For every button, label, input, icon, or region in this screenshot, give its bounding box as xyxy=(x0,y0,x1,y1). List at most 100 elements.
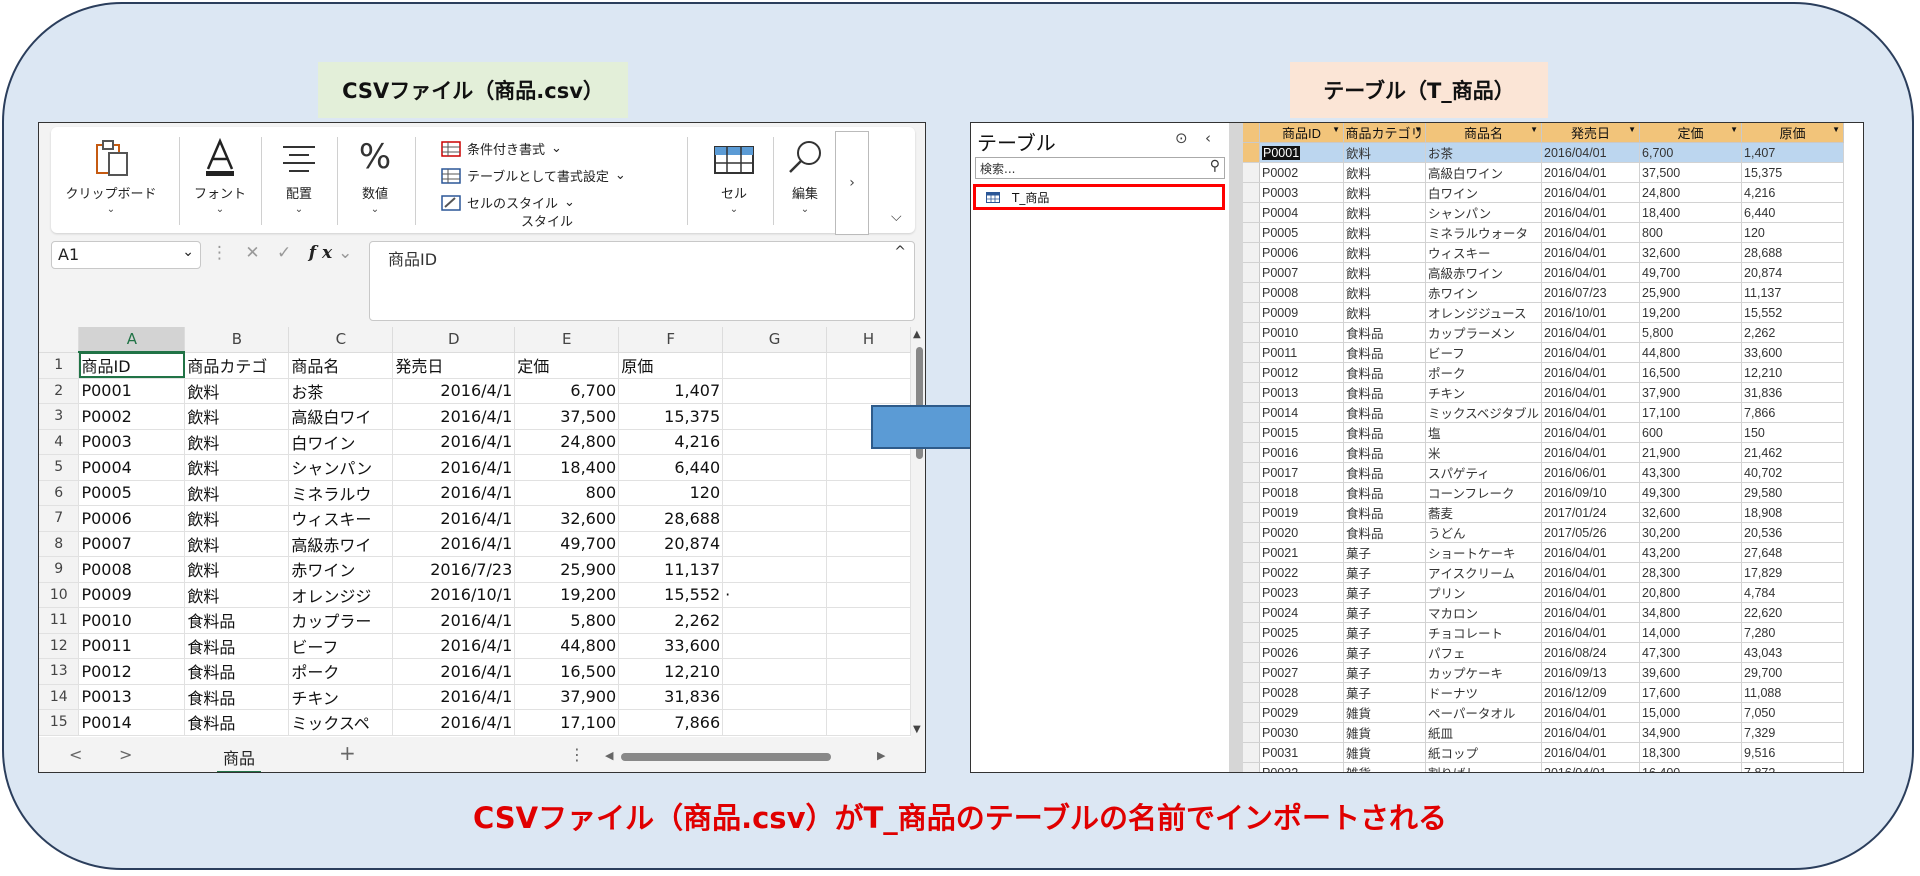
nav-item-t-products[interactable]: T_商品 xyxy=(973,184,1225,210)
field-header[interactable]: 原価 ▼ xyxy=(1741,123,1845,143)
field-cell[interactable]: 120 xyxy=(1741,222,1845,243)
field-cell[interactable]: 21,462 xyxy=(1741,442,1845,463)
field-cell[interactable]: P0021 xyxy=(1259,542,1344,563)
field-cell[interactable]: 1,407 xyxy=(1741,142,1845,163)
field-cell[interactable]: オレンジジュース xyxy=(1425,302,1543,323)
row-header[interactable]: 10 xyxy=(39,582,80,608)
record-selector[interactable] xyxy=(1243,702,1260,723)
field-cell[interactable]: 11,137 xyxy=(1741,282,1845,303)
record-row[interactable]: P0023 菓子 プリン 2016/04/01 20,800 4,784 xyxy=(1243,582,1845,603)
field-cell[interactable]: 49,700 xyxy=(1639,262,1743,283)
cell[interactable]: シャンパン xyxy=(288,454,394,481)
record-row[interactable]: P0022 菓子 アイスクリーム 2016/04/01 28,300 17,829 xyxy=(1243,562,1845,583)
field-cell[interactable]: 2016/04/01 xyxy=(1541,142,1641,163)
cell[interactable]: 飲料 xyxy=(184,429,290,455)
select-all-corner[interactable] xyxy=(39,327,80,353)
record-selector[interactable] xyxy=(1243,402,1260,423)
column-header[interactable]: E xyxy=(514,327,620,353)
record-row[interactable]: P0003 飲料 白ワイン 2016/04/01 24,800 4,216 xyxy=(1243,182,1845,203)
cell[interactable]: P0003 xyxy=(78,429,186,455)
sheet-tab-products[interactable]: 商品 xyxy=(217,745,262,772)
record-row[interactable]: P0030 雑貨 紙皿 2016/04/01 34,900 7,329 xyxy=(1243,722,1845,743)
record-row[interactable]: P0001 飲料 お茶 2016/04/01 6,700 1,407 xyxy=(1243,142,1845,163)
cell[interactable]: P0006 xyxy=(78,505,186,532)
sort-filter-icon[interactable]: ▼ xyxy=(1832,125,1840,134)
record-row[interactable]: P0009 飲料 オレンジジュース 2016/10/01 19,200 15,552 xyxy=(1243,302,1845,323)
record-selector[interactable] xyxy=(1243,482,1260,503)
cell[interactable]: 飲料 xyxy=(184,378,290,404)
cell[interactable]: ミックスペ xyxy=(288,709,394,736)
cell[interactable]: P0009 xyxy=(78,582,186,608)
field-cell[interactable]: 43,043 xyxy=(1741,642,1845,663)
field-cell[interactable]: 2016/04/01 xyxy=(1541,262,1641,283)
field-cell[interactable]: 9,516 xyxy=(1741,742,1845,763)
field-header[interactable]: 商品ID ▼ xyxy=(1259,123,1344,143)
field-cell[interactable]: 2016/04/01 xyxy=(1541,722,1641,743)
field-cell[interactable]: 11,088 xyxy=(1741,682,1845,703)
record-row[interactable]: P0031 雑貨 紙コップ 2016/04/01 18,300 9,516 xyxy=(1243,742,1845,763)
cell[interactable]: 5,800 xyxy=(514,607,620,634)
cell[interactable]: 商品名 xyxy=(288,352,394,379)
field-cell[interactable]: 21,900 xyxy=(1639,442,1743,463)
cell[interactable]: 6,440 xyxy=(618,454,724,481)
cell[interactable]: P0004 xyxy=(78,454,186,481)
fx-icon[interactable]: fx xyxy=(309,243,338,263)
cell[interactable]: P0011 xyxy=(78,633,186,659)
field-cell[interactable]: 150 xyxy=(1741,422,1845,443)
field-cell[interactable]: 37,500 xyxy=(1639,162,1743,183)
record-row[interactable]: P0017 食料品 スパゲティ 2016/06/01 43,300 40,702 xyxy=(1243,462,1845,483)
record-row[interactable]: P0006 飲料 ウィスキー 2016/04/01 32,600 28,688 xyxy=(1243,242,1845,263)
cell[interactable]: 2016/4/1 xyxy=(392,403,516,430)
field-cell[interactable]: コーンフレーク xyxy=(1425,482,1543,503)
field-cell[interactable]: 15,000 xyxy=(1639,702,1743,723)
scroll-right-icon[interactable]: ▶ xyxy=(877,749,885,762)
field-cell[interactable]: ペーパータオル xyxy=(1425,702,1543,723)
cell[interactable]: ビーフ xyxy=(288,633,394,659)
field-cell[interactable]: 34,800 xyxy=(1639,602,1743,623)
field-cell[interactable]: P0013 xyxy=(1259,382,1344,403)
datasheet-view[interactable]: 商品ID ▼ 商品カテゴリ ▼ 商品名 ▼ 発売日 ▼ 定価 ▼ 原価 ▼ P0001 飲料 お茶 2016… xyxy=(1243,123,1863,772)
chevron-down-icon[interactable]: ⌄ xyxy=(182,244,194,260)
record-selector[interactable] xyxy=(1243,722,1260,743)
cell[interactable]: 2016/10/1 xyxy=(392,582,516,608)
field-cell[interactable]: P0029 xyxy=(1259,702,1344,723)
field-cell[interactable]: 食料品 xyxy=(1343,382,1426,403)
record-row[interactable]: P0021 菓子 ショートケーキ 2016/04/01 43,200 27,648 xyxy=(1243,542,1845,563)
field-cell[interactable]: P0031 xyxy=(1259,742,1344,763)
cell[interactable]: 2016/4/1 xyxy=(392,454,516,481)
field-cell[interactable]: P0003 xyxy=(1259,182,1344,203)
field-cell[interactable]: チョコレート xyxy=(1425,622,1543,643)
collapse-pane-icon[interactable]: ‹ xyxy=(1205,129,1211,147)
cell[interactable]: 49,700 xyxy=(514,531,620,557)
record-selector[interactable] xyxy=(1243,142,1260,163)
scroll-down-icon[interactable]: ▼ xyxy=(913,724,921,735)
field-cell[interactable]: 飲料 xyxy=(1343,142,1426,163)
field-cell[interactable]: 雑貨 xyxy=(1343,702,1426,723)
field-cell[interactable]: 食料品 xyxy=(1343,322,1426,343)
field-cell[interactable]: 菓子 xyxy=(1343,562,1426,583)
cell[interactable]: P0007 xyxy=(78,531,186,557)
cell[interactable]: ウィスキー xyxy=(288,505,394,532)
field-cell[interactable]: 食料品 xyxy=(1343,502,1426,523)
field-cell[interactable]: 2016/04/01 xyxy=(1541,442,1641,463)
cell[interactable]: 44,800 xyxy=(514,633,620,659)
next-sheet-button[interactable]: > xyxy=(119,745,132,764)
field-cell[interactable]: 紙皿 xyxy=(1425,722,1543,743)
row-header[interactable]: 2 xyxy=(39,378,80,404)
cell[interactable]: 11,137 xyxy=(618,556,724,583)
field-cell[interactable]: 6,700 xyxy=(1639,142,1743,163)
field-cell[interactable]: P0011 xyxy=(1259,342,1344,363)
field-cell[interactable]: お茶 xyxy=(1425,142,1543,163)
field-cell[interactable]: 2016/10/01 xyxy=(1541,302,1641,323)
ribbon-more-button[interactable]: › xyxy=(835,131,869,235)
cell[interactable]: 定価 xyxy=(514,352,620,379)
field-cell[interactable]: 2016/12/09 xyxy=(1541,682,1641,703)
field-cell[interactable]: カップケーキ xyxy=(1425,662,1543,683)
field-cell[interactable]: P0016 xyxy=(1259,442,1344,463)
cell[interactable]: P0002 xyxy=(78,403,186,430)
cell[interactable]: 31,836 xyxy=(618,684,724,710)
cell[interactable]: 17,100 xyxy=(514,709,620,736)
column-header[interactable]: G xyxy=(722,327,828,353)
field-cell[interactable]: P0023 xyxy=(1259,582,1344,603)
nav-options-icon[interactable]: ⊙ xyxy=(1175,129,1188,147)
